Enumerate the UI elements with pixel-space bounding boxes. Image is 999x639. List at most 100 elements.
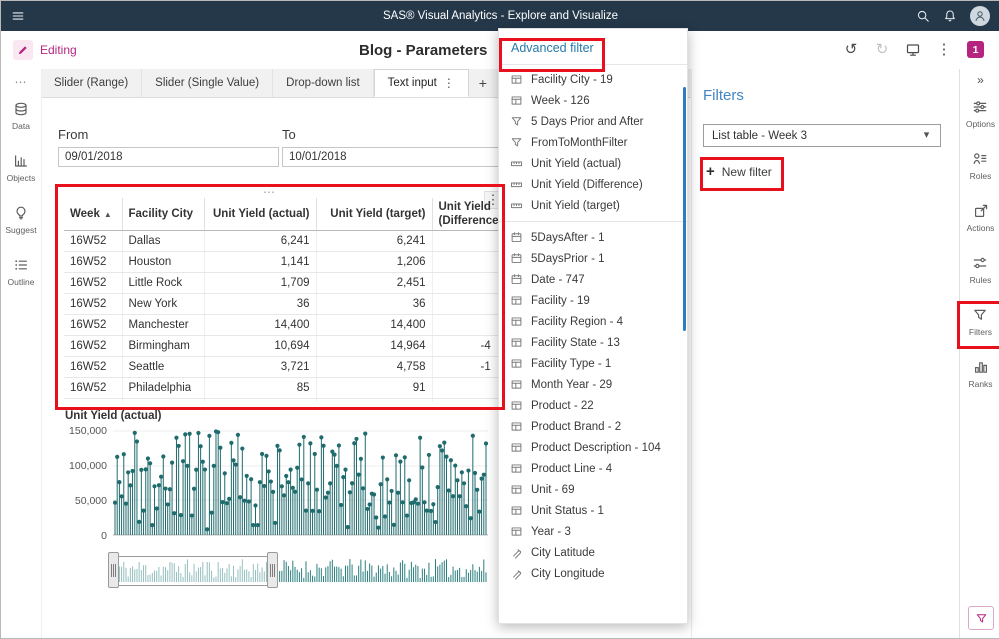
item-label: Date - 747 xyxy=(531,274,585,286)
right-rail-item-rules[interactable]: Rules xyxy=(970,255,992,285)
brush-left-handle[interactable] xyxy=(108,552,119,588)
right-rail-item-options[interactable]: Options xyxy=(966,99,995,129)
filter-dropdown-item-facility-state-13[interactable]: Facility State - 13 xyxy=(499,332,687,353)
add-tab-button[interactable]: + xyxy=(469,69,497,97)
filter-dropdown-item-facility-type-1[interactable]: Facility Type - 1 xyxy=(499,353,687,374)
list-table: Week▲Facility CityUnit Yield (actual)Uni… xyxy=(64,198,498,402)
filter-dropdown-item-5daysprior-1[interactable]: 5DaysPrior - 1 xyxy=(499,248,687,269)
item-label: FromToMonthFilter xyxy=(531,137,628,149)
filter-dropdown-item-facility-region-4[interactable]: Facility Region - 4 xyxy=(499,311,687,332)
table-row[interactable]: 16W52Houston1,1411,206 xyxy=(64,252,498,273)
tab-text-input[interactable]: Text input⋮ xyxy=(374,69,469,97)
left-rail-item-outline[interactable]: Outline xyxy=(8,257,35,287)
rail-overflow-icon[interactable]: ⋯ xyxy=(1,75,41,89)
table-cell: 16W52 xyxy=(64,399,122,403)
tab-slider-single-value[interactable]: Slider (Single Value) xyxy=(142,69,273,97)
table-cell xyxy=(432,231,498,252)
filter-dropdown-item-week-126[interactable]: Week - 126 xyxy=(499,90,687,111)
column-header-unit-yield-actual[interactable]: Unit Yield (actual) xyxy=(204,198,316,231)
advanced-filter-option[interactable]: Advanced filter xyxy=(499,29,687,64)
table-row[interactable]: 16W52Dallas6,2416,241 xyxy=(64,231,498,252)
filter-indicator-badge[interactable] xyxy=(968,606,994,630)
new-filter-button[interactable]: + New filter xyxy=(706,164,772,179)
table-cell: 16W52 xyxy=(64,378,122,399)
filter-dropdown-item-unit-69[interactable]: Unit - 69 xyxy=(499,479,687,500)
tab-drop-down-list[interactable]: Drop-down list xyxy=(273,69,374,97)
rail-label: Outline xyxy=(8,277,35,287)
item-label: 5 Days Prior and After xyxy=(531,116,644,128)
left-rail-item-objects[interactable]: Objects xyxy=(7,153,36,183)
category-icon xyxy=(510,357,523,370)
calendar-icon xyxy=(510,252,523,265)
overflow-menu-icon[interactable]: ⋮ xyxy=(936,42,952,58)
filter-dropdown-item-city-latitude[interactable]: City Latitude xyxy=(499,542,687,563)
item-label: Month Year - 29 xyxy=(531,379,612,391)
chart-title: Unit Yield (actual) xyxy=(65,410,162,422)
table-row[interactable]: 16W52Seattle3,7214,758-1 xyxy=(64,357,498,378)
table-cell: 1,141 xyxy=(204,252,316,273)
suggest-icon xyxy=(13,205,29,221)
filter-dropdown-item-unit-yield-target[interactable]: Unit Yield (target) xyxy=(499,195,687,216)
column-header-week[interactable]: Week▲ xyxy=(64,198,122,231)
tab-slider-range[interactable]: Slider (Range) xyxy=(41,69,142,97)
search-icon[interactable] xyxy=(916,9,930,23)
filter-dropdown-item-facility-19[interactable]: Facility - 19 xyxy=(499,290,687,311)
notifications-bell-icon[interactable] xyxy=(943,9,957,23)
filter-dropdown-item-unit-yield-difference[interactable]: Unit Yield (Difference) xyxy=(499,174,687,195)
filter-dropdown-item-fromtomonthfilter[interactable]: FromToMonthFilter xyxy=(499,132,687,153)
filter-dropdown-item-product-brand-2[interactable]: Product Brand - 2 xyxy=(499,416,687,437)
collapse-panel-icon[interactable]: » xyxy=(960,73,999,87)
redo-icon[interactable]: ↻ xyxy=(874,42,890,58)
table-row[interactable]: 16W52New York3636 xyxy=(64,294,498,315)
alert-count-badge[interactable]: 1 xyxy=(967,41,984,58)
hamburger-menu-icon[interactable] xyxy=(11,9,25,23)
filter-dropdown-item-5-days-prior-and-after[interactable]: 5 Days Prior and After xyxy=(499,111,687,132)
avatar[interactable] xyxy=(970,6,990,26)
undo-icon[interactable]: ↺ xyxy=(843,42,859,58)
filter-dropdown-item-product-description-104[interactable]: Product Description - 104 xyxy=(499,437,687,458)
roles-icon xyxy=(972,151,988,167)
top-app-bar: SAS® Visual Analytics - Explore and Visu… xyxy=(1,1,999,31)
right-rail-item-filters[interactable]: Filters xyxy=(969,307,992,337)
brush-selection-window[interactable] xyxy=(113,556,273,586)
column-header-facility-city[interactable]: Facility City xyxy=(122,198,204,231)
pencil-icon xyxy=(16,43,30,57)
filter-dropdown-item-unit-yield-actual[interactable]: Unit Yield (actual) xyxy=(499,153,687,174)
right-rail-item-ranks[interactable]: Ranks xyxy=(968,359,992,389)
right-rail-item-roles[interactable]: Roles xyxy=(970,151,992,181)
from-date-input[interactable] xyxy=(58,147,279,167)
table-cell: 6,241 xyxy=(204,231,316,252)
filter-dropdown-item-product-line-4[interactable]: Product Line - 4 xyxy=(499,458,687,479)
filter-dropdown-item-facility-city-19[interactable]: Facility City - 19 xyxy=(499,69,687,90)
new-filter-label: New filter xyxy=(722,165,772,179)
left-rail-item-suggest[interactable]: Suggest xyxy=(5,205,36,235)
to-date-input[interactable] xyxy=(282,147,503,167)
object-drag-handle-icon[interactable]: ⋯ xyxy=(263,185,277,199)
selected-target-label: List table - Week 3 xyxy=(712,130,807,142)
filter-dropdown-item-city-longitude[interactable]: City Longitude xyxy=(499,563,687,584)
tab-menu-icon[interactable]: ⋮ xyxy=(443,76,455,90)
table-row[interactable]: 16W52Birmingham10,69414,964-4 xyxy=(64,336,498,357)
table-row[interactable]: 16W52San Diego10,43111,473 xyxy=(64,399,498,403)
filter-dropdown-item-product-22[interactable]: Product - 22 xyxy=(499,395,687,416)
display-icon[interactable] xyxy=(905,42,921,58)
scrollbar-thumb[interactable] xyxy=(683,87,686,331)
filter-dropdown-item-date-747[interactable]: Date - 747 xyxy=(499,269,687,290)
brush-right-handle[interactable] xyxy=(267,552,278,588)
column-header-unit-yield-difference[interactable]: Unit Yield (Difference) xyxy=(432,198,498,231)
right-rail-item-actions[interactable]: Actions xyxy=(967,203,995,233)
table-row[interactable]: 16W52Manchester14,40014,400 xyxy=(64,315,498,336)
table-row[interactable]: 16W52Little Rock1,7092,451 xyxy=(64,273,498,294)
needle-chart-plot[interactable] xyxy=(113,429,488,539)
filter-dropdown-item-year-3[interactable]: Year - 3 xyxy=(499,521,687,542)
filter-target-select[interactable]: List table - Week 3 ▾ xyxy=(703,124,941,147)
left-rail-item-data[interactable]: Data xyxy=(12,101,30,131)
table-cell: Seattle xyxy=(122,357,204,378)
filter-dropdown-item-5daysafter-1[interactable]: 5DaysAfter - 1 xyxy=(499,227,687,248)
measure-icon xyxy=(510,178,523,191)
table-row[interactable]: 16W52Philadelphia8591 xyxy=(64,378,498,399)
edit-mode-button[interactable] xyxy=(13,40,33,60)
column-header-unit-yield-target[interactable]: Unit Yield (target) xyxy=(316,198,432,231)
filter-dropdown-item-unit-status-1[interactable]: Unit Status - 1 xyxy=(499,500,687,521)
filter-dropdown-item-month-year-29[interactable]: Month Year - 29 xyxy=(499,374,687,395)
